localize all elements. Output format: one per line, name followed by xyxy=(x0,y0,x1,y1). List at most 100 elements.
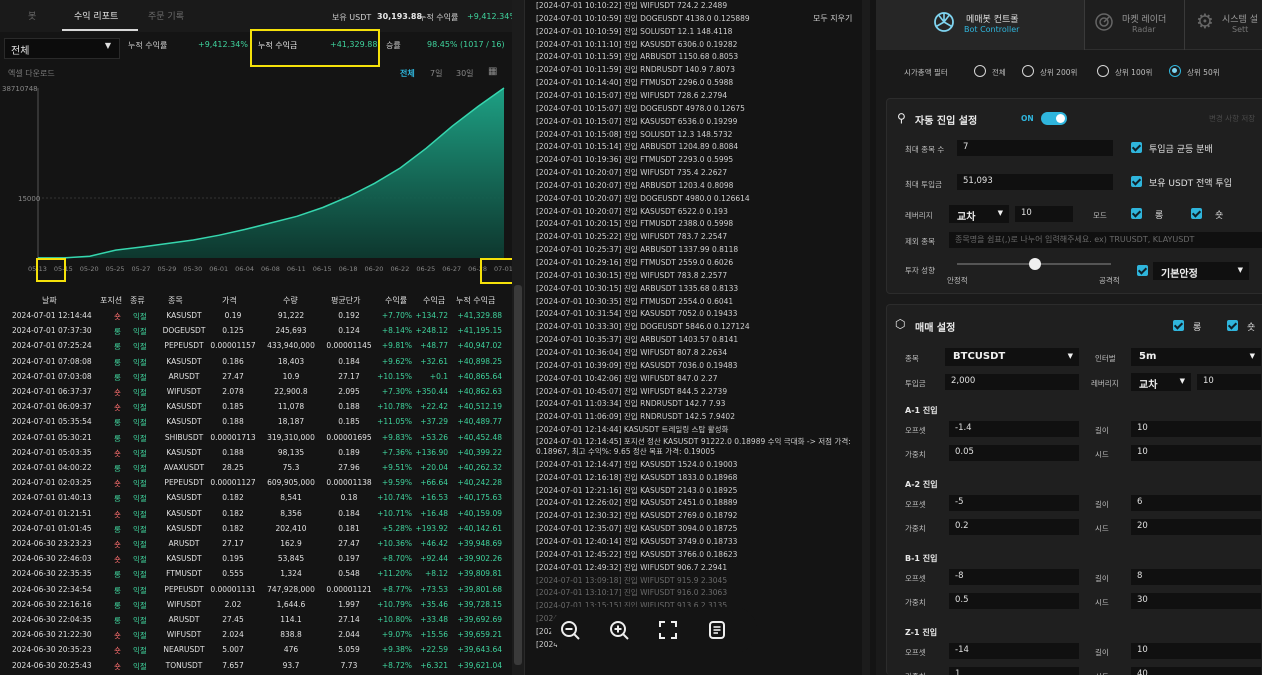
range-7d-button[interactable]: 7일 xyxy=(430,68,442,79)
table-row[interactable]: 2024-06-30 20:35:23 숏 익절 NEARUSDT 5.007 476 5.… xyxy=(0,642,510,658)
weight-input[interactable]: 0.2 xyxy=(949,519,1079,535)
zoom-out-icon[interactable] xyxy=(559,619,581,641)
offset-input[interactable]: -14 xyxy=(949,643,1079,659)
cap-radio-100[interactable] xyxy=(1097,65,1109,77)
zoom-in-icon[interactable] xyxy=(608,619,630,641)
length-input[interactable]: 10 xyxy=(1131,643,1261,659)
table-row[interactable]: 2024-07-01 06:09:37 숏 익절 KASUSDT 0.185 11,078… xyxy=(0,399,510,415)
table-row[interactable]: 2024-07-01 07:08:08 롱 익절 KASUSDT 0.186 18,403… xyxy=(0,354,510,370)
length-input[interactable]: 6 xyxy=(1131,495,1261,511)
equal-split-label: 투입금 균등 분배 xyxy=(1149,145,1213,155)
tendency-checkbox[interactable] xyxy=(1137,265,1148,276)
table-row[interactable]: 2024-06-30 22:16:16 롱 익절 WIFUSDT 2.02 1,644.6… xyxy=(0,597,510,613)
exclude-input[interactable]: 종목명을 쉼표(,)로 나누어 입력해주세요. ex) TRUUSDT, KLA… xyxy=(949,232,1262,248)
trade-leverage-input[interactable]: 10 xyxy=(1197,374,1261,390)
period-select[interactable]: 전체 ▼ xyxy=(4,38,120,59)
table-row[interactable]: 2024-06-30 20:25:43 숏 익절 TONUSDT 7.657 93.7 7.… xyxy=(0,658,510,674)
table-row[interactable]: 2024-07-01 12:14:44 숏 익절 KASUSDT 0.19 91,222 0… xyxy=(0,308,510,324)
max-invest-input[interactable]: 51,093 xyxy=(957,174,1113,190)
table-row[interactable]: 2024-06-30 22:46:03 숏 익절 KASUSDT 0.195 53,845… xyxy=(0,551,510,567)
table-row[interactable]: 2024-07-01 05:30:21 롱 익절 SHIBUSDT 0.00001713… xyxy=(0,430,510,446)
table-row[interactable]: 2024-06-30 21:22:30 숏 익절 WIFUSDT 2.024 838.8 2… xyxy=(0,627,510,643)
offset-input[interactable]: -1.4 xyxy=(949,421,1079,437)
table-row[interactable]: 2024-07-01 05:03:35 숏 익절 KASUSDT 0.188 98,135… xyxy=(0,445,510,461)
table-row[interactable]: 2024-07-01 01:01:45 롱 익절 KASUSDT 0.182 202,41… xyxy=(0,521,510,537)
excel-download-link[interactable]: 엑셀 다운로드 xyxy=(8,68,55,79)
table-row[interactable]: 2024-06-30 22:34:54 롱 익절 PEPEUSDT 0.00001131… xyxy=(0,582,510,598)
table-row[interactable]: 2024-07-01 04:00:22 롱 익절 AVAXUSDT 28.25 75.3 2… xyxy=(0,460,510,476)
trade-short-checkbox[interactable] xyxy=(1227,320,1238,331)
table-row[interactable]: 2024-07-01 07:25:24 롱 익절 PEPEUSDT 0.00001157… xyxy=(0,338,510,354)
seed-input[interactable]: 10 xyxy=(1131,445,1261,461)
cap-radio-50[interactable] xyxy=(1169,65,1181,77)
leverage-input[interactable]: 10 xyxy=(1015,206,1073,222)
save-changes-button[interactable]: 변경 사항 저장 xyxy=(1209,113,1255,124)
document-icon[interactable] xyxy=(706,619,728,641)
log-line: [2024-07-01 10:20:07] 진입 KASUSDT 6522.0 … xyxy=(536,206,728,216)
equal-split-checkbox[interactable] xyxy=(1131,142,1142,153)
leverage-mode-select[interactable]: 교차 ▼ xyxy=(949,205,1009,223)
symbol-select[interactable]: BTCUSDT ▼ xyxy=(945,348,1079,366)
tab-profit-report[interactable]: 수익 리포트 xyxy=(74,9,118,22)
tab-settings-title[interactable]: 시스템 설 xyxy=(1222,12,1258,25)
cell-cum-pnl: +40,489.77 xyxy=(457,417,502,427)
cap-radio-200[interactable] xyxy=(1022,65,1034,77)
seed-input[interactable]: 20 xyxy=(1131,519,1261,535)
weight-input[interactable]: 1 xyxy=(949,667,1079,675)
table-row[interactable]: 2024-07-01 06:37:37 숏 익절 WIFUSDT 2.078 22,900… xyxy=(0,384,510,400)
range-30d-button[interactable]: 30일 xyxy=(456,68,474,79)
length-input[interactable]: 10 xyxy=(1131,421,1261,437)
seed-input[interactable]: 30 xyxy=(1131,593,1261,609)
table-row[interactable]: 2024-06-30 23:23:23 숏 익절 ARUSDT 27.17 162.9 27… xyxy=(0,536,510,552)
offset-input[interactable]: -5 xyxy=(949,495,1079,511)
log-line: [2024-07-01 13:10:17] 진입 WIFUSDT 916.0 2… xyxy=(536,588,728,598)
scrollbar-thumb[interactable] xyxy=(514,285,522,665)
range-all-button[interactable]: 전체 xyxy=(400,68,415,79)
mode-long-checkbox[interactable] xyxy=(1131,208,1142,219)
tendency-select[interactable]: 기본안정 ▼ xyxy=(1153,262,1249,280)
all-usdt-checkbox[interactable] xyxy=(1131,176,1142,187)
log-line: [2024-07-01 10:15:08] 진입 SOLUSDT 12.3 14… xyxy=(536,129,733,139)
table-row[interactable]: 2024-06-30 22:04:35 롱 익절 ARUSDT 27.45 114.1 27… xyxy=(0,612,510,628)
tab-bot[interactable]: 봇 xyxy=(28,9,36,22)
fit-screen-icon[interactable] xyxy=(657,619,679,641)
cell-qty: 245,693 xyxy=(275,326,307,336)
weight-input[interactable]: 0.5 xyxy=(949,593,1079,609)
cell-date: 2024-07-01 07:03:08 xyxy=(12,371,92,381)
length-input[interactable]: 8 xyxy=(1131,569,1261,585)
cell-position: 숏 xyxy=(114,509,121,519)
weight-input[interactable]: 0.05 xyxy=(949,445,1079,461)
calendar-icon[interactable]: ▦ xyxy=(488,66,497,77)
cell-price: 0.19 xyxy=(224,311,242,320)
table-row[interactable]: 2024-07-01 02:03:25 숏 익절 PEPEUSDT 0.00001127… xyxy=(0,475,510,491)
table-row[interactable]: 2024-06-30 22:35:35 롱 익절 FTMUSDT 0.555 1,324 0… xyxy=(0,566,510,582)
table-row[interactable]: 2024-07-01 07:03:08 롱 익절 ARUSDT 27.47 10.9 27.… xyxy=(0,369,510,385)
tab-order-history[interactable]: 주문 기록 xyxy=(148,9,184,22)
table-row[interactable]: 2024-07-01 07:37:30 롱 익절 DOGEUSDT 0.125 245,6… xyxy=(0,323,510,339)
interval-select[interactable]: 5m ▼ xyxy=(1131,348,1261,366)
tab-radar-title[interactable]: 마켓 레이더 xyxy=(1122,12,1166,25)
cell-cum-pnl: +39,621.04 xyxy=(457,660,502,670)
invest-input[interactable]: 2,000 xyxy=(945,374,1079,390)
left-scrollbar[interactable] xyxy=(512,0,524,675)
header-cum-rate-label: 누적 수익률 xyxy=(419,13,459,22)
cell-pnl: +22.42 xyxy=(420,402,448,412)
seed-input[interactable]: 40 xyxy=(1131,667,1261,675)
max-items-input[interactable]: 7 xyxy=(957,140,1113,156)
table-row[interactable]: 2024-07-01 05:35:54 롱 익절 KASUSDT 0.188 18,187… xyxy=(0,414,510,430)
table-row[interactable]: 2024-07-01 01:40:13 롱 익절 KASUSDT 0.182 8,541 0… xyxy=(0,490,510,506)
table-row[interactable]: 2024-07-01 01:21:51 숏 익절 KASUSDT 0.182 8,356 0… xyxy=(0,506,510,522)
trade-leverage-mode-select[interactable]: 교차 ▼ xyxy=(1131,373,1191,391)
x-tick-label: 06-08 xyxy=(261,265,280,273)
cell-pnl: +20.04 xyxy=(420,463,448,472)
cell-price: 0.195 xyxy=(222,554,244,564)
log-scrollbar[interactable] xyxy=(862,0,870,675)
cap-radio-all[interactable] xyxy=(974,65,986,77)
mode-short-checkbox[interactable] xyxy=(1191,208,1202,219)
trade-long-checkbox[interactable] xyxy=(1173,320,1184,331)
cell-symbol: KASUSDT xyxy=(166,402,202,412)
tendency-slider-handle[interactable] xyxy=(1029,258,1041,270)
auto-entry-toggle[interactable] xyxy=(1041,112,1067,125)
offset-input[interactable]: -8 xyxy=(949,569,1079,585)
cap-option-100-label: 상위 100위 xyxy=(1115,68,1153,77)
